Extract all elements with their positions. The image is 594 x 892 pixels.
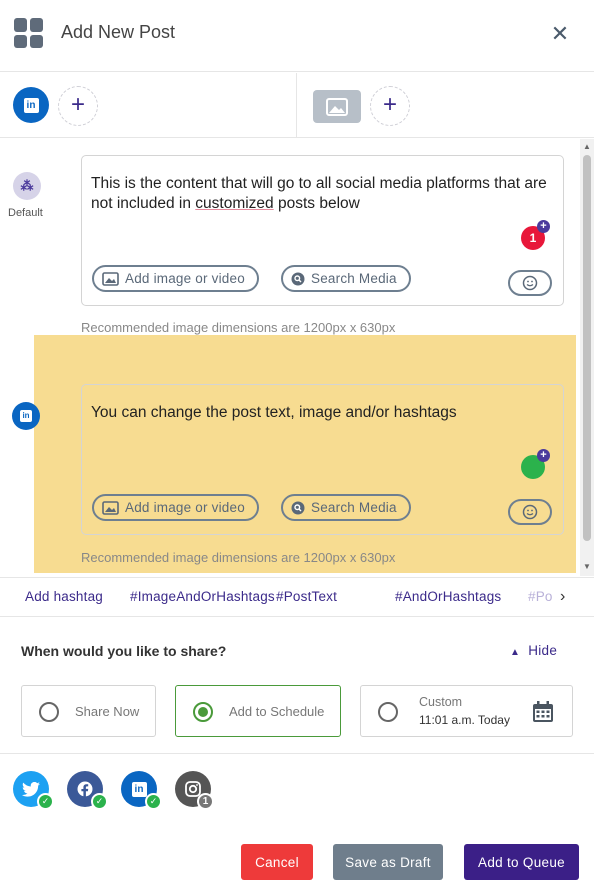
scrollbar-thumb[interactable] (583, 155, 591, 541)
search-media-label: Search Media (311, 500, 397, 515)
add-media-tab-button[interactable]: + (370, 86, 410, 126)
search-icon (291, 501, 305, 515)
add-network-button[interactable]: + (58, 86, 98, 126)
twitter-icon (22, 781, 40, 797)
cancel-button[interactable]: Cancel (241, 844, 313, 880)
check-icon: ✓ (37, 793, 54, 810)
dialog-header: Add New Post ✕ (0, 0, 594, 72)
share-now-label: Share Now (75, 704, 140, 719)
facebook-icon (77, 781, 93, 797)
default-post-editor[interactable]: This is the content that will go to all … (81, 155, 564, 306)
search-media-label: Search Media (311, 271, 397, 286)
linkedin-recommendation: Recommended image dimensions are 1200px … (81, 550, 396, 565)
network-linkedin[interactable]: in ✓ (121, 771, 162, 810)
radio-custom[interactable] (378, 702, 398, 722)
default-post-text[interactable]: This is the content that will go to all … (91, 174, 551, 214)
hashtag-chip[interactable]: #AndOrHashtags (395, 589, 501, 604)
badge-plus-icon: + (537, 449, 550, 462)
tab-image[interactable] (313, 90, 361, 123)
image-icon (326, 97, 348, 116)
search-media-button[interactable]: Search Media (281, 265, 411, 292)
emoji-button[interactable] (508, 270, 552, 296)
custom-time-option[interactable]: Custom 11:01 a.m. Today (360, 685, 573, 737)
radio-add-to-schedule[interactable] (193, 702, 213, 722)
add-to-queue-button[interactable]: Add to Queue (464, 844, 579, 880)
custom-title: Custom (419, 695, 463, 709)
photo-icon (102, 500, 119, 515)
text-part: posts below (273, 195, 360, 212)
add-media-label: Add image or video (125, 271, 245, 286)
add-image-video-button[interactable]: Add image or video (92, 494, 259, 521)
default-recommendation: Recommended image dimensions are 1200px … (81, 320, 396, 335)
radio-share-now[interactable] (39, 702, 59, 722)
close-icon[interactable]: ✕ (548, 22, 572, 46)
network-facebook[interactable]: ✓ (67, 771, 108, 810)
post-editors: ⁂ Default This is the content that will … (0, 139, 594, 576)
default-avatar: ⁂ (13, 172, 41, 200)
search-icon (291, 272, 305, 286)
emoji-button[interactable] (508, 499, 552, 525)
smiley-icon (522, 504, 538, 520)
linkedin-post-text[interactable]: You can change the post text, image and/… (91, 403, 551, 423)
instagram-count-badge: 1 (197, 793, 214, 810)
divider (0, 753, 594, 754)
calendar-icon[interactable] (532, 701, 554, 723)
hide-toggle[interactable]: ▲ Hide (510, 643, 557, 658)
hashtag-chip[interactable]: #ImageAndOrHashtags (130, 589, 275, 604)
add-hashtag-button[interactable]: Add hashtag (25, 589, 103, 604)
share-question: When would you like to share? (21, 643, 227, 659)
linkedin-icon: in (131, 781, 147, 797)
linkedin-post-editor[interactable]: You can change the post text, image and/… (81, 384, 564, 535)
linkedin-post-avatar: in (12, 402, 40, 430)
check-icon: ✓ (91, 793, 108, 810)
tabs-divider (296, 73, 297, 138)
photo-icon (102, 271, 119, 286)
add-to-schedule-option[interactable]: Add to Schedule (175, 685, 341, 737)
network-tabs: in + + (0, 73, 594, 138)
add-media-label: Add image or video (125, 500, 245, 515)
tab-linkedin[interactable]: in (13, 87, 49, 123)
add-image-video-button[interactable]: Add image or video (92, 265, 259, 292)
save-as-draft-button[interactable]: Save as Draft (333, 844, 443, 880)
badge-count: 1 (529, 231, 537, 245)
scrollbar[interactable]: ▲ ▼ (580, 139, 594, 576)
dialog-title: Add New Post (61, 22, 176, 42)
network-twitter[interactable]: ✓ (13, 771, 54, 810)
smiley-icon (522, 275, 538, 291)
grid-icon (14, 18, 44, 48)
network-instagram[interactable]: 1 (175, 771, 214, 810)
hashtag-chip[interactable]: #PostText (276, 589, 337, 604)
hide-label: Hide (528, 643, 558, 658)
scroll-up-icon[interactable]: ▲ (583, 143, 591, 151)
text-part-misspelled: customized (195, 195, 274, 212)
custom-time: 11:01 a.m. Today (419, 713, 510, 727)
share-now-option[interactable]: Share Now (21, 685, 156, 737)
badge-plus-icon: + (537, 220, 550, 233)
hashtag-chip[interactable]: #Po (528, 589, 553, 604)
hashtag-bar: Add hashtag #ImageAndOrHashtags #PostTex… (0, 577, 594, 617)
caret-up-icon: ▲ (510, 647, 521, 658)
chevron-right-icon[interactable]: › (560, 588, 565, 606)
search-media-button[interactable]: Search Media (281, 494, 411, 521)
scroll-down-icon[interactable]: ▼ (583, 563, 591, 571)
check-icon: ✓ (145, 793, 162, 810)
linkedin-icon: in (20, 410, 32, 422)
add-to-schedule-label: Add to Schedule (229, 704, 325, 719)
default-label: Default (8, 207, 43, 219)
linkedin-icon: in (23, 97, 39, 113)
